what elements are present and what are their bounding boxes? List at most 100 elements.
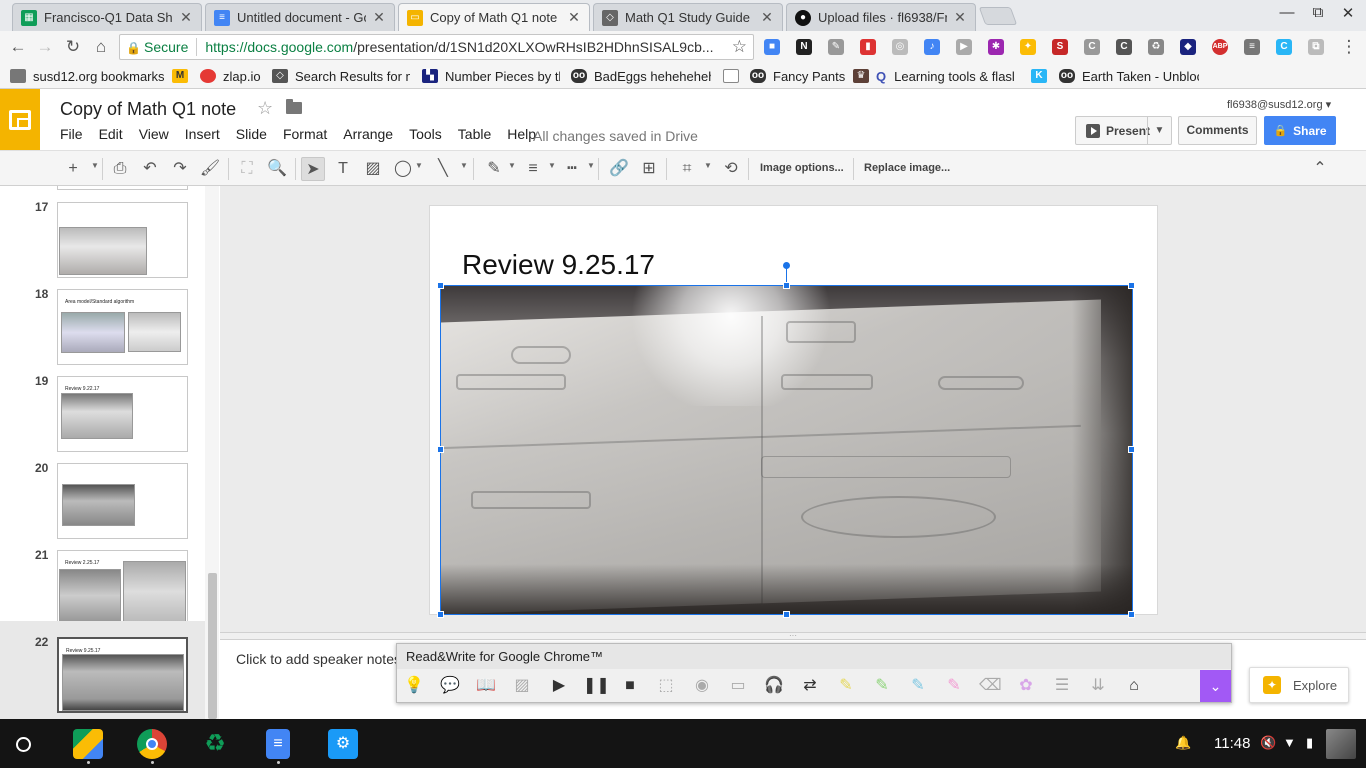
mute-icon[interactable]: 🔇	[1260, 735, 1276, 751]
rotate-handle[interactable]	[783, 262, 790, 269]
close-tab-icon[interactable]: ✕	[567, 9, 581, 26]
close-window-icon[interactable]: ✕	[1338, 4, 1358, 22]
bookmark-folder[interactable]: susd12.org bookmarks	[10, 67, 165, 85]
extension-icon[interactable]: ⧉	[1308, 39, 1324, 55]
bookmark-item[interactable]: ▚ Number Pieces by th	[422, 67, 560, 85]
microphone-icon[interactable]: ♪	[924, 39, 940, 55]
slide-thumbnail-22[interactable]: 22 Review 9.25.17	[0, 621, 205, 719]
extension-icon[interactable]: ◆	[1180, 39, 1196, 55]
extension-icon[interactable]: ✦	[1020, 39, 1036, 55]
system-clock[interactable]: 11:48	[1214, 735, 1250, 752]
extension-icon[interactable]: S	[1052, 39, 1068, 55]
pause-icon[interactable]: ❚❚	[583, 675, 610, 697]
close-tab-icon[interactable]: ✕	[953, 9, 967, 26]
zoom-fit-icon[interactable]: ⛶	[235, 157, 259, 181]
vocabulary-list-icon[interactable]: ☰	[1051, 675, 1073, 697]
chrome-menu-icon[interactable]: ⋮	[1338, 36, 1360, 58]
play-icon[interactable]: ▶	[548, 675, 570, 697]
clear-highlights-icon[interactable]: ⌫	[979, 675, 1002, 697]
present-button[interactable]: Present ▼	[1075, 116, 1172, 145]
document-title[interactable]: Copy of Math Q1 note	[60, 99, 236, 120]
screenshot-reader-icon[interactable]: ⬚	[655, 675, 677, 697]
resize-handle-e[interactable]	[1128, 446, 1135, 453]
extension-icon[interactable]: C	[1276, 39, 1292, 55]
explore-button[interactable]: ✦ Explore	[1249, 667, 1349, 703]
bookmark-item[interactable]: K	[1031, 67, 1061, 85]
battery-icon[interactable]: ▮	[1306, 735, 1313, 751]
speaker-notes-placeholder[interactable]: Click to add speaker notes	[236, 651, 401, 667]
star-icon[interactable]: ☆	[257, 98, 273, 119]
wifi-icon[interactable]: ▼	[1283, 735, 1296, 750]
chevron-down-icon[interactable]: ▼	[460, 161, 468, 170]
extension-icon[interactable]: N	[796, 39, 812, 55]
save-status[interactable]: All changes saved in Drive	[533, 128, 698, 144]
select-cursor-icon[interactable]: ➤	[301, 157, 325, 181]
bookmark-item[interactable]: oo BadEggs heheheheh	[571, 67, 711, 85]
collapse-toolbar-icon[interactable]: ⌃	[1308, 157, 1332, 181]
menu-edit[interactable]: Edit	[91, 126, 131, 142]
slide-thumbnail-18[interactable]: 18 Area model/Standard algorithm	[0, 273, 205, 365]
border-dash-icon[interactable]: ┅	[560, 157, 584, 181]
slides-home-logo[interactable]	[0, 89, 40, 150]
chevron-down-icon[interactable]: ▼	[415, 161, 423, 170]
bookmark-item[interactable]: oo Earth Taken - Unblock	[1059, 67, 1199, 85]
chevron-down-icon[interactable]: ▼	[704, 161, 712, 170]
menu-file[interactable]: File	[52, 126, 91, 142]
tab-upload-files[interactable]: ● Upload files · fl6938/Fra ✕	[786, 3, 976, 31]
account-switcher[interactable]: fl6938@susd12.org ▾	[1227, 98, 1331, 111]
close-tab-icon[interactable]: ✕	[760, 9, 774, 26]
bookmark-item[interactable]: oo Fancy Pants	[750, 67, 845, 85]
menu-tools[interactable]: Tools	[401, 126, 450, 142]
share-button[interactable]: 🔒 Share	[1264, 116, 1336, 145]
google-docs-icon[interactable]: ≡	[266, 729, 290, 759]
bookmark-item[interactable]: ♛ Q Learning tools & flasl	[853, 67, 1023, 85]
audio-maker-icon[interactable]: ◉	[691, 675, 713, 697]
tab-math-study-guide[interactable]: ◇ Math Q1 Study Guide ✕	[593, 3, 783, 31]
replace-image-button[interactable]: Replace image...	[864, 162, 950, 174]
close-tab-icon[interactable]: ✕	[179, 9, 193, 26]
readwrite-collapse-chevron-icon[interactable]: ⌄	[1200, 670, 1231, 702]
paint-format-icon[interactable]: 🖌	[198, 157, 222, 181]
slide-thumbnail-17[interactable]: 17	[0, 186, 205, 278]
study-skills-icon[interactable]: ⌂	[1123, 675, 1145, 697]
highlight-pink-icon[interactable]: ✎	[943, 675, 965, 697]
extension-icon[interactable]: ✱	[988, 39, 1004, 55]
chrome-icon[interactable]	[137, 729, 167, 759]
picture-dictionary-icon[interactable]: ▨	[511, 675, 533, 697]
highlight-blue-icon[interactable]: ✎	[907, 675, 929, 697]
minimize-icon[interactable]: —	[1277, 4, 1297, 21]
resize-handle-w[interactable]	[437, 446, 444, 453]
menu-view[interactable]: View	[131, 126, 177, 142]
border-weight-icon[interactable]: ≡	[521, 157, 545, 181]
slide-thumbnail-21[interactable]: 21 Review 2.25.17	[0, 534, 205, 626]
new-slide-icon[interactable]: +	[61, 157, 85, 181]
recycle-app-icon[interactable]: ♻	[200, 729, 230, 759]
collect-highlights-icon[interactable]: ✿	[1015, 675, 1037, 697]
chevron-down-icon[interactable]: ▼	[508, 161, 516, 170]
resize-handle-s[interactable]	[783, 611, 790, 618]
extension-icon[interactable]: C	[1116, 39, 1132, 55]
print-icon[interactable]: ⎙	[108, 157, 132, 181]
slide-thumbnail-20[interactable]: 20	[0, 447, 205, 539]
menu-slide[interactable]: Slide	[228, 126, 275, 142]
menu-format[interactable]: Format	[275, 126, 335, 142]
folder-icon[interactable]	[286, 99, 302, 114]
notes-resize-handle[interactable]: ···	[220, 632, 1366, 640]
resize-handle-nw[interactable]	[437, 282, 444, 289]
add-comment-icon[interactable]: ⊞	[637, 157, 661, 181]
tab-data-sheet[interactable]: ▦ Francisco-Q1 Data Sheet ✕	[12, 3, 202, 31]
simplify-icon[interactable]: ⇊	[1087, 675, 1109, 697]
shape-icon[interactable]: ◯	[391, 157, 415, 181]
comments-button[interactable]: Comments	[1178, 116, 1257, 145]
undo-icon[interactable]: ↶	[138, 157, 162, 181]
talk-and-type-icon[interactable]: 💬	[439, 675, 461, 697]
bookmark-star-icon[interactable]: ☆	[732, 37, 747, 57]
bookmark-item[interactable]: ◇ Search Results for m	[272, 67, 410, 85]
extension-icon[interactable]: ▮	[860, 39, 876, 55]
menu-arrange[interactable]: Arrange	[335, 126, 401, 142]
recycle-icon[interactable]: ♻	[1148, 39, 1164, 55]
readwrite-title[interactable]: Read&Write for Google Chrome™	[397, 644, 1231, 669]
back-icon[interactable]: ←	[7, 36, 29, 58]
chevron-down-icon[interactable]: ▼	[587, 161, 595, 170]
reload-icon[interactable]: ↻	[62, 36, 84, 58]
